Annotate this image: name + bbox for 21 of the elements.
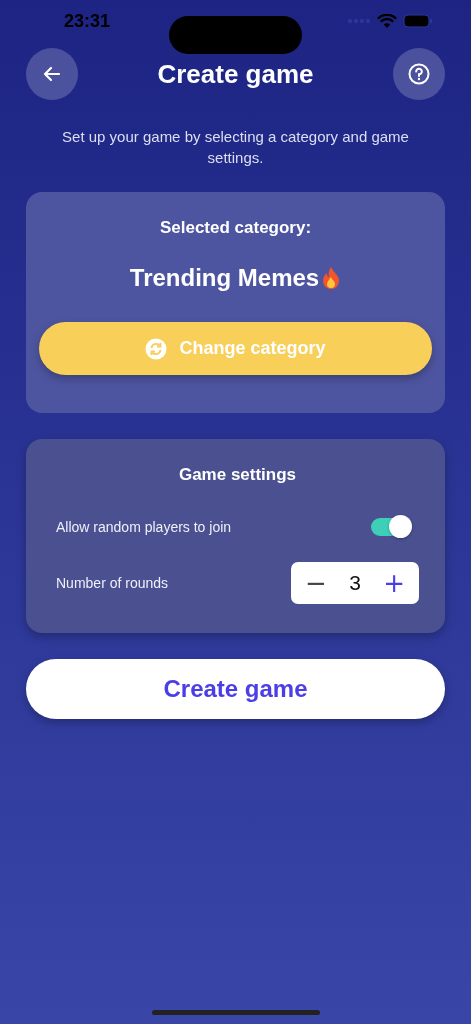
battery-icon	[403, 14, 433, 28]
increment-button[interactable]: +	[377, 570, 411, 596]
status-time: 23:31	[64, 10, 111, 32]
fire-icon	[321, 266, 342, 290]
refresh-icon	[145, 337, 168, 360]
back-arrow-icon	[42, 64, 62, 84]
intro-text: Set up your game by selecting a category and game settings.	[61, 127, 410, 168]
page-title: Create game	[157, 58, 314, 90]
wifi-icon	[377, 13, 397, 29]
create-game-button[interactable]: Create game	[26, 659, 445, 719]
back-button[interactable]	[26, 48, 78, 100]
setting-label: Number of rounds	[56, 575, 169, 591]
rounds-value: 3	[349, 571, 361, 595]
settings-title: Game settings	[178, 465, 297, 485]
toggle-switch[interactable]	[371, 518, 409, 536]
category-name: Trending Memes	[129, 264, 320, 292]
decrement-button[interactable]: −	[299, 570, 333, 596]
selected-category-label: Selected category:	[159, 218, 312, 238]
help-icon	[408, 63, 430, 85]
setting-label: Allow random players to join	[56, 519, 232, 535]
help-button[interactable]	[393, 48, 445, 100]
